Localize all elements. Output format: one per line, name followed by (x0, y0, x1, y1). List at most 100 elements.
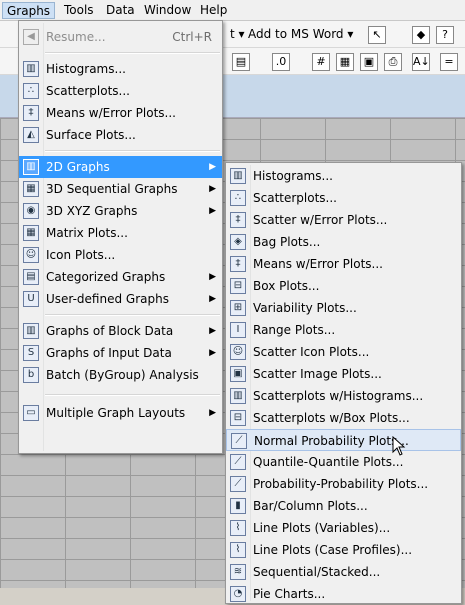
2d-probability-item[interactable]: ⟋ Probability-Probability Plots... (226, 473, 461, 495)
equals-icon[interactable]: = (440, 53, 458, 71)
graphs-histograms-item[interactable]: ▥ Histograms... (19, 58, 222, 80)
quantile-plot-icon: ⟋ (230, 454, 246, 470)
2d-variability-label: Variability Plots... (253, 301, 357, 315)
graphs-batch-item[interactable]: b Batch (ByGroup) Analysis (19, 364, 222, 386)
graphs-3d-sequential-item[interactable]: ▦ 3D Sequential Graphs ▶ (19, 178, 222, 200)
2d-scatter-histograms-label: Scatterplots w/Histograms... (253, 389, 424, 403)
2d-means-error-label: Means w/Error Plots... (253, 257, 383, 271)
2d-means-error-item[interactable]: ‡ Means w/Error Plots... (226, 253, 461, 275)
graphs-categorized-label: Categorized Graphs (46, 270, 166, 284)
graphs-surface-item[interactable]: ◭ Surface Plots... (19, 124, 222, 146)
2d-range-plots-label: Range Plots... (253, 323, 336, 337)
graphs-block-data-item[interactable]: ▥ Graphs of Block Data ▶ (19, 320, 222, 342)
submenu-arrow-icon: ▶ (209, 162, 216, 172)
2d-pie-charts-item[interactable]: ◔ Pie Charts... (226, 583, 461, 605)
graphs-2d-item[interactable]: ▥ 2D Graphs ▶ (19, 156, 222, 178)
graphs-multiple-layouts-item[interactable]: ▭ Multiple Graph Layouts ▶ (19, 402, 222, 424)
submenu-arrow-icon: ▶ (209, 348, 216, 358)
histogram-icon: ▥ (23, 61, 39, 77)
2d-probability-label: Probability-Probability Plots... (253, 477, 429, 491)
sort-icon[interactable]: A↓ (412, 53, 430, 71)
2d-variability-item[interactable]: ⊞ Variability Plots... (226, 297, 461, 319)
graphs-3d-xyz-label: 3D XYZ Graphs (46, 204, 138, 218)
menu-graphs[interactable]: Graphs (2, 2, 56, 19)
graph-layout-icon: ▭ (23, 405, 39, 421)
2d-normal-probability-item[interactable]: ⟋ Normal Probability Plots... (226, 429, 461, 451)
back-arrow-icon: ◀ (23, 29, 39, 45)
2d-quantile-item[interactable]: ⟋ Quantile-Quantile Plots... (226, 451, 461, 473)
graphs-input-data-item[interactable]: S Graphs of Input Data ▶ (19, 342, 222, 364)
menu-help[interactable]: Help (196, 2, 231, 18)
2d-scatter-histograms-item[interactable]: ▥ Scatterplots w/Histograms... (226, 385, 461, 407)
submenu-arrow-icon: ▶ (209, 206, 216, 216)
graphs-user-defined-item[interactable]: U User-defined Graphs ▶ (19, 288, 222, 310)
2d-scatter-box-item[interactable]: ⊟ Scatterplots w/Box Plots... (226, 407, 461, 429)
2d-range-plots-item[interactable]: I Range Plots... (226, 319, 461, 341)
lock-icon[interactable]: ▣ (360, 53, 378, 71)
graphs-means-error-item[interactable]: ‡ Means w/Error Plots... (19, 102, 222, 124)
add-to-word-button[interactable]: Add to MS Word ▾ (248, 27, 353, 41)
scatter-icon-plot-icon: ☺ (230, 344, 246, 360)
separator (45, 394, 220, 396)
2d-histograms-label: Histograms... (253, 169, 333, 183)
resume-item[interactable]: ◀ Resume... Ctrl+R (19, 26, 222, 48)
2d-bar-column-label: Bar/Column Plots... (253, 499, 368, 513)
2d-scatter-error-label: Scatter w/Error Plots... (253, 213, 388, 227)
print-icon[interactable]: ⎙ (384, 53, 402, 71)
2d-scatter-error-item[interactable]: ‡ Scatter w/Error Plots... (226, 209, 461, 231)
menu-help-label: Help (200, 3, 228, 17)
surface-plot-icon: ◭ (23, 127, 39, 143)
2d-scatter-icon-item[interactable]: ☺ Scatter Icon Plots... (226, 341, 461, 363)
table-icon[interactable]: ▦ (336, 53, 354, 71)
2d-box-plots-item[interactable]: ⊟ Box Plots... (226, 275, 461, 297)
2d-bag-plots-item[interactable]: ◈ Bag Plots... (226, 231, 461, 253)
align-icon[interactable]: ▤ (232, 53, 250, 71)
2d-scatter-box-label: Scatterplots w/Box Plots... (253, 411, 410, 425)
2d-scatterplots-label: Scatterplots... (253, 191, 337, 205)
error-plot-icon: ‡ (23, 105, 39, 121)
graphs-user-defined-label: User-defined Graphs (46, 292, 169, 306)
pointer-tool-icon[interactable]: ↖ (368, 26, 386, 44)
graphs-input-data-label: Graphs of Input Data (46, 346, 172, 360)
2d-box-plots-label: Box Plots... (253, 279, 320, 293)
graphs-icon-plots-item[interactable]: ☺ Icon Plots... (19, 244, 222, 266)
2d-scatter-image-item[interactable]: ▣ Scatter Image Plots... (226, 363, 461, 385)
2d-scatterplots-item[interactable]: ∴ Scatterplots... (226, 187, 461, 209)
pie-chart-icon: ◔ (230, 586, 246, 602)
2d-sequential-stacked-item[interactable]: ≋ Sequential/Stacked... (226, 561, 461, 583)
line-plot-icon: ⌇ (230, 520, 246, 536)
help-pointer-icon[interactable]: ? (436, 26, 454, 44)
graphs-matrix-label: Matrix Plots... (46, 226, 128, 240)
menu-tools-label: Tools (64, 3, 94, 17)
scatter-box-icon: ⊟ (230, 410, 246, 426)
graphs-3d-xyz-item[interactable]: ◉ 3D XYZ Graphs ▶ (19, 200, 222, 222)
eraser-icon[interactable]: ◆ (412, 26, 430, 44)
menu-tools[interactable]: Tools (60, 2, 98, 18)
probability-plot-icon: ⟋ (230, 476, 246, 492)
menu-data[interactable]: Data (102, 2, 139, 18)
separator (45, 314, 220, 316)
stacked-chart-icon: ≋ (230, 564, 246, 580)
block-data-icon: ▥ (23, 323, 39, 339)
2d-line-variables-item[interactable]: ⌇ Line Plots (Variables)... (226, 517, 461, 539)
submenu-arrow-icon: ▶ (209, 408, 216, 418)
separator (45, 150, 220, 152)
scatter-image-plot-icon: ▣ (230, 366, 246, 382)
user-graph-icon: U (23, 291, 39, 307)
2d-histograms-item[interactable]: ▥ Histograms... (226, 165, 461, 187)
graphs-scatterplots-item[interactable]: ∴ Scatterplots... (19, 80, 222, 102)
grid-icon[interactable]: # (312, 53, 330, 71)
menu-window-label: Window (144, 3, 192, 17)
2d-line-case-label: Line Plots (Case Profiles)... (253, 543, 413, 557)
toolbar-fragment[interactable]: t ▾ (230, 27, 245, 41)
2d-normal-probability-label: Normal Probability Plots... (254, 434, 409, 448)
graphs-batch-label: Batch (ByGroup) Analysis (46, 368, 199, 382)
menu-window[interactable]: Window (140, 2, 195, 18)
graphs-categorized-item[interactable]: ▤ Categorized Graphs ▶ (19, 266, 222, 288)
2d-quantile-label: Quantile-Quantile Plots... (253, 455, 404, 469)
box-plot-icon: ⊟ (230, 278, 246, 294)
decimals-icon[interactable]: .0 (272, 53, 290, 71)
2d-bar-column-item[interactable]: ▮ Bar/Column Plots... (226, 495, 461, 517)
2d-line-case-item[interactable]: ⌇ Line Plots (Case Profiles)... (226, 539, 461, 561)
graphs-matrix-item[interactable]: ▦ Matrix Plots... (19, 222, 222, 244)
